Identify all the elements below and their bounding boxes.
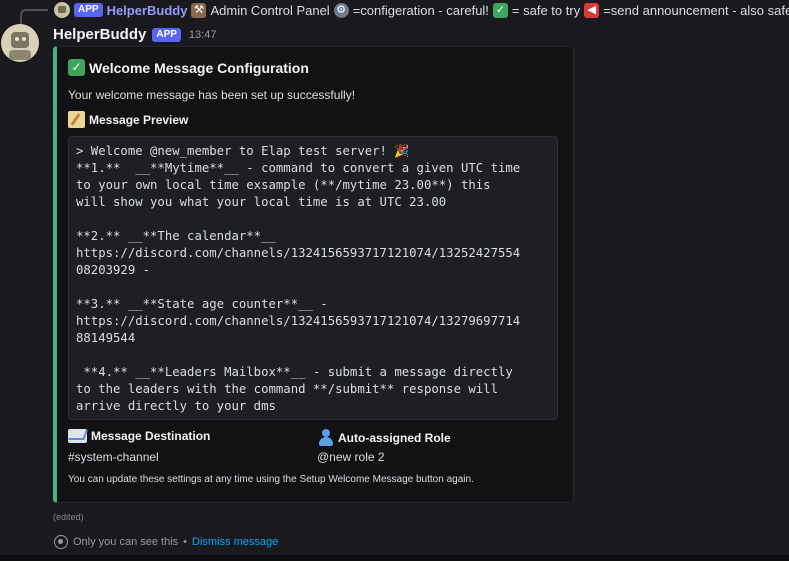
hammer-wrench-icon: ⚒ (191, 2, 207, 18)
destination-field-title: Message Destination (68, 429, 210, 443)
message-preview-codeblock: > Welcome @new_member to Elap test serve… (68, 136, 558, 420)
preview-title-text: Message Preview (89, 112, 189, 127)
gear-icon: ⚙ (333, 2, 349, 18)
destination-value: #system-channel (68, 450, 159, 464)
check-icon: ✓ (492, 2, 508, 18)
app-tag: APP (152, 27, 181, 42)
embed-title-text: Welcome Message Configuration (89, 59, 309, 76)
reply-avatar (54, 2, 70, 18)
bottom-bar (0, 555, 789, 561)
eye-icon (54, 535, 68, 549)
dismiss-message-link[interactable]: Dismiss message (192, 536, 278, 548)
bot-avatar[interactable] (1, 24, 39, 62)
role-value: @new role 2 (317, 450, 385, 464)
destination-title-text: Message Destination (91, 429, 211, 443)
person-icon (317, 429, 334, 446)
ephemeral-notice: Only you can see this • Dismiss message (54, 535, 278, 549)
role-title-text: Auto-assigned Role (338, 430, 451, 445)
reply-text-part1: Admin Control Panel (210, 2, 330, 18)
reply-text-part3: = safe to try (511, 2, 581, 18)
embed-footer-note: You can update these settings at any tim… (68, 474, 474, 485)
embed-card: ✓ Welcome Message Configuration Your wel… (53, 46, 574, 503)
reply-text-part4: =send announcement - also safe (603, 2, 789, 18)
timestamp[interactable]: 13:47 (189, 29, 217, 41)
reply-app-tag: APP (74, 3, 103, 17)
megaphone-icon: ◀ (584, 2, 600, 18)
edited-label: (edited) (53, 512, 84, 522)
embed-title: ✓ Welcome Message Configuration (68, 59, 309, 76)
ephemeral-separator: • (183, 536, 188, 548)
robot-icon (11, 32, 29, 48)
reply-connector (20, 9, 48, 25)
reply-bot-name[interactable]: HelperBuddy (107, 3, 188, 18)
memo-icon (68, 111, 85, 128)
reply-text-part2: =configeration - careful! (352, 2, 489, 18)
bot-name[interactable]: HelperBuddy (53, 26, 146, 43)
envelope-icon (68, 429, 87, 443)
reply-preview[interactable]: APP HelperBuddy ⚒ Admin Control Panel ⚙ … (54, 1, 789, 19)
ephemeral-text: Only you can see this (73, 536, 179, 548)
check-icon: ✓ (68, 59, 85, 76)
embed-description: Your welcome message has been set up suc… (68, 88, 356, 102)
role-field-title: Auto-assigned Role (317, 429, 451, 446)
preview-field-title: Message Preview (68, 111, 188, 128)
message-header: HelperBuddy APP 13:47 (53, 26, 216, 43)
